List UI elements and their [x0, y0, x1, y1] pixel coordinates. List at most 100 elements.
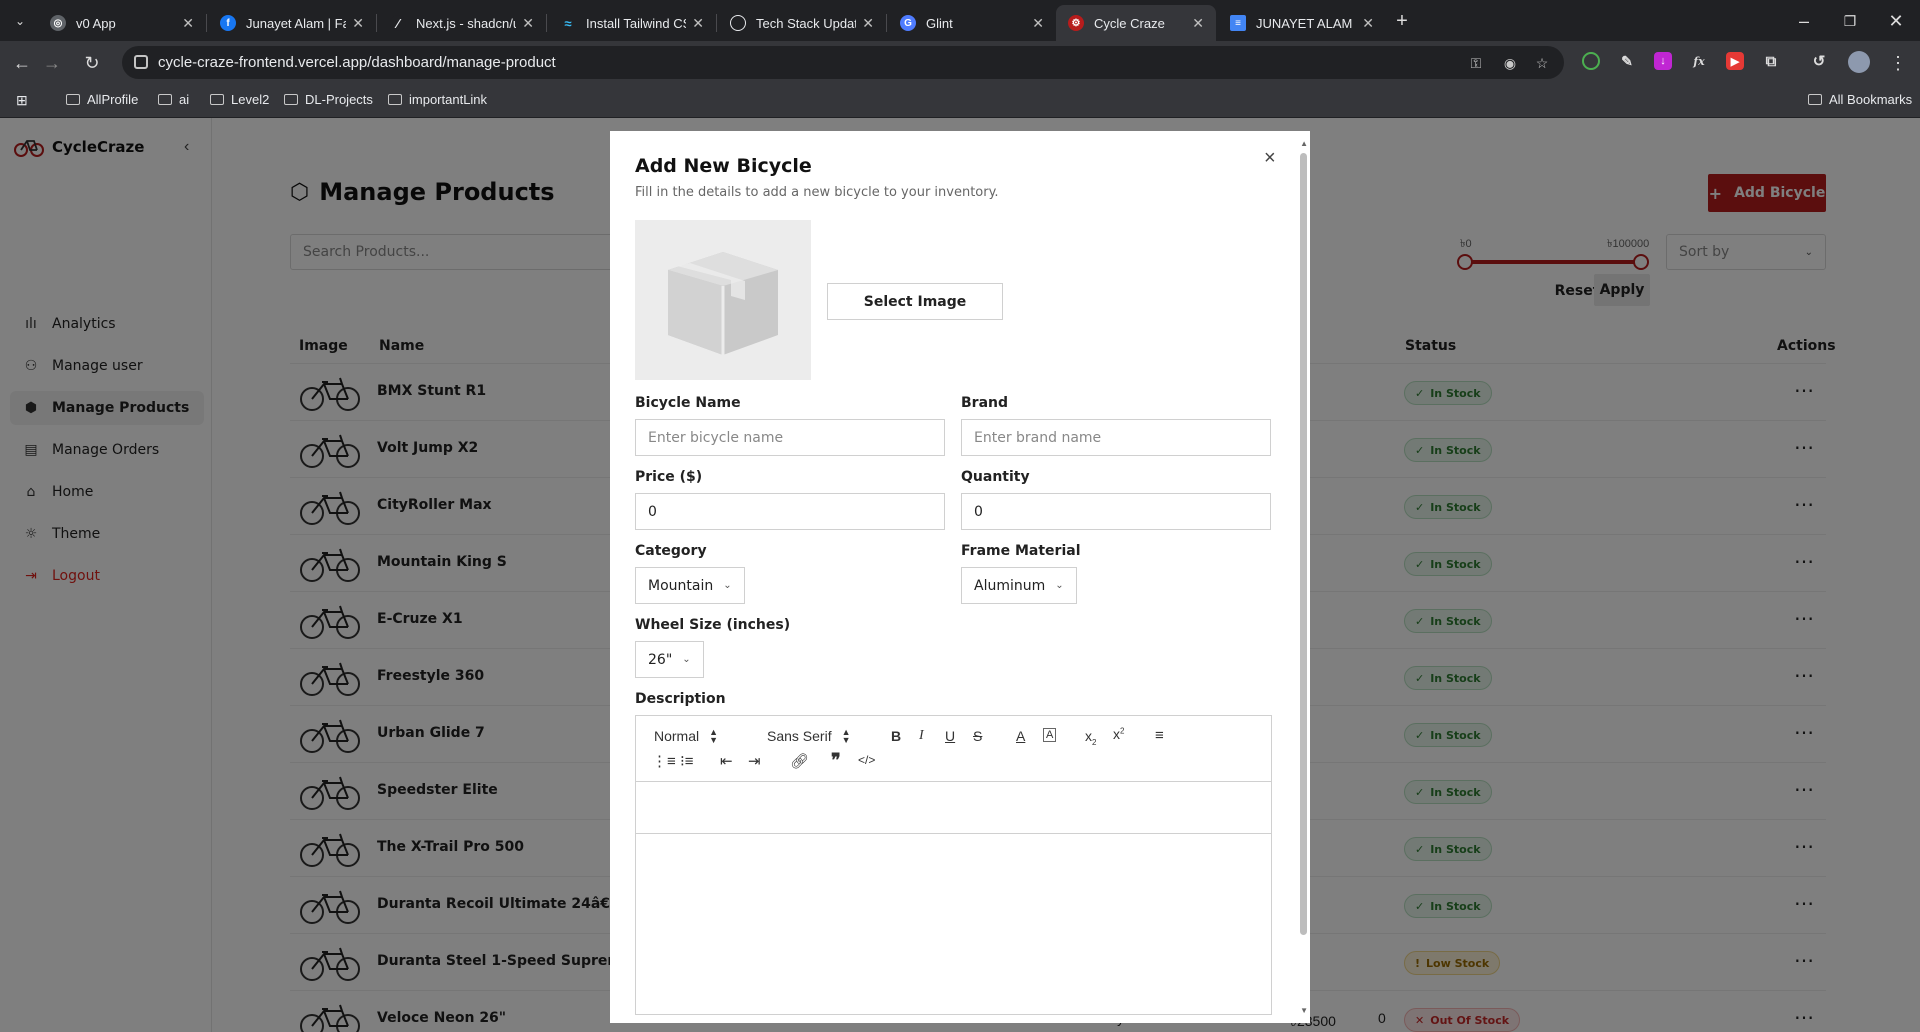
- browser-tab[interactable]: G Glint ✕: [888, 5, 1056, 41]
- close-tab-icon[interactable]: ✕: [352, 15, 364, 32]
- formula-icon[interactable]: fx: [1690, 52, 1708, 70]
- close-tab-icon[interactable]: ✕: [522, 15, 534, 32]
- close-icon[interactable]: ×: [1264, 147, 1276, 170]
- folder-icon: [388, 94, 402, 105]
- close-tab-icon[interactable]: ✕: [692, 15, 704, 32]
- link-icon[interactable]: 🔗︎: [790, 752, 809, 770]
- quantity-input[interactable]: 0: [961, 493, 1271, 530]
- all-bookmarks[interactable]: All Bookmarks: [1808, 92, 1912, 107]
- reload-icon[interactable]: ↻: [80, 51, 104, 75]
- tab-title: Cycle Craze: [1094, 15, 1165, 31]
- folder-icon: [158, 94, 172, 105]
- format-select[interactable]: Normal ▲ ▼: [654, 728, 718, 745]
- scroll-up-icon[interactable]: ▲: [1300, 139, 1308, 148]
- tab-title: JUNAYET ALAM - Google: [1256, 15, 1356, 31]
- minimize-icon[interactable]: –: [1792, 9, 1816, 33]
- bicycle-name-input[interactable]: Enter bicycle name: [635, 419, 945, 456]
- url-bar[interactable]: cycle-craze-frontend.vercel.app/dashboar…: [122, 46, 1564, 79]
- select-image-button[interactable]: Select Image: [827, 283, 1003, 320]
- bookmark-star-icon[interactable]: ☆: [1534, 55, 1550, 71]
- brand-input[interactable]: Enter brand name: [961, 419, 1271, 456]
- back-icon[interactable]: ←: [10, 51, 34, 75]
- code-block-icon[interactable]: </>: [858, 753, 875, 767]
- bullet-list-icon[interactable]: ⁝≡: [680, 752, 694, 770]
- browser-tab[interactable]: ≡ JUNAYET ALAM - Google ✕: [1218, 5, 1386, 41]
- description-textarea[interactable]: [636, 782, 1271, 834]
- new-tab-icon[interactable]: +: [1390, 9, 1414, 33]
- tab-title: Glint: [926, 15, 953, 31]
- italic-icon[interactable]: I: [919, 728, 924, 744]
- brand-label: Brand: [961, 395, 1009, 411]
- profile-avatar[interactable]: [1848, 51, 1870, 73]
- chevron-down-icon: ⌄: [1055, 580, 1064, 591]
- browser-tab-bar: ⌄ ◎ v0 App ✕ f Junayet Alam | Facebook ✕…: [0, 0, 1920, 41]
- modal-title: Add New Bicycle: [635, 155, 812, 177]
- shadcn-icon: ⁄: [390, 15, 406, 31]
- close-tab-icon[interactable]: ✕: [182, 15, 194, 32]
- folder-icon: [210, 94, 224, 105]
- browser-tab[interactable]: ≈ Install Tailwind CSS with N ✕: [548, 5, 716, 41]
- align-icon[interactable]: ≡: [1155, 727, 1164, 744]
- browser-tab[interactable]: ⁄ Next.js - shadcn/ui ✕: [378, 5, 546, 41]
- download-extension-icon[interactable]: ↓: [1654, 52, 1672, 70]
- video-extension-icon[interactable]: ▶: [1726, 52, 1744, 70]
- chatgpt-icon: [730, 15, 746, 31]
- bold-icon[interactable]: B: [891, 728, 901, 744]
- extensions-puzzle-icon[interactable]: ⧉: [1762, 52, 1780, 70]
- performance-icon[interactable]: ↺: [1810, 52, 1828, 70]
- wheel-size-select[interactable]: 26" ⌄: [635, 641, 704, 678]
- browser-menu-icon[interactable]: ⋮: [1886, 51, 1910, 75]
- close-tab-icon[interactable]: ✕: [862, 15, 874, 32]
- background-color-icon[interactable]: A: [1043, 728, 1057, 742]
- window-close-icon[interactable]: ✕: [1884, 9, 1908, 33]
- folder-icon: [1808, 94, 1822, 105]
- wheel-size-label: Wheel Size (inches): [635, 617, 791, 633]
- scroll-down-icon[interactable]: ▼: [1300, 1006, 1308, 1015]
- add-bicycle-modal: Add New Bicycle Fill in the details to a…: [610, 131, 1310, 1023]
- modal-subtitle: Fill in the details to add a new bicycle…: [635, 185, 999, 200]
- restore-icon[interactable]: ❐: [1838, 9, 1862, 33]
- globe-icon: ◎: [50, 15, 66, 31]
- subscript-icon[interactable]: x2: [1085, 728, 1096, 747]
- browser-tab-active[interactable]: ⚙ Cycle Craze ✕: [1056, 5, 1216, 41]
- image-preview: [635, 220, 811, 380]
- password-key-icon[interactable]: ⚿: [1468, 55, 1484, 71]
- bookmark-folder[interactable]: ai: [158, 92, 189, 107]
- frame-material-label: Frame Material: [961, 543, 1081, 559]
- bookmark-folder[interactable]: Level2: [210, 92, 269, 107]
- bookmark-folder[interactable]: AllProfile: [66, 92, 138, 107]
- extension-icon[interactable]: [1582, 52, 1600, 70]
- bicycle-name-label: Bicycle Name: [635, 395, 741, 411]
- price-input[interactable]: 0: [635, 493, 945, 530]
- description-editor: Normal ▲ ▼ Sans Serif ▲ ▼ B I U S A A x2 x2 …: [635, 715, 1272, 1015]
- close-tab-icon[interactable]: ✕: [1362, 15, 1374, 32]
- apps-grid-icon[interactable]: ⊞: [16, 92, 28, 109]
- eye-off-icon[interactable]: ◉: [1502, 55, 1518, 71]
- site-info-icon[interactable]: [134, 55, 148, 69]
- browser-tab[interactable]: f Junayet Alam | Facebook ✕: [208, 5, 376, 41]
- font-select[interactable]: Sans Serif ▲ ▼: [767, 727, 851, 745]
- indent-icon[interactable]: ⇥: [748, 752, 761, 770]
- category-select[interactable]: Mountain ⌄: [635, 567, 745, 604]
- superscript-icon[interactable]: x2: [1113, 726, 1124, 742]
- eyedropper-icon[interactable]: ✎: [1618, 52, 1636, 70]
- close-tab-icon[interactable]: ✕: [1032, 15, 1044, 32]
- frame-material-select[interactable]: Aluminum ⌄: [961, 567, 1077, 604]
- bookmarks-bar: ⊞ AllProfile ai Level2 DL-Projects impor…: [0, 84, 1920, 118]
- browser-tab[interactable]: Tech Stack Update ✕: [718, 5, 886, 41]
- up-down-icon: ▲ ▼: [841, 727, 851, 745]
- forward-icon[interactable]: →: [40, 51, 64, 75]
- blockquote-icon[interactable]: ❞: [831, 750, 841, 771]
- outdent-icon[interactable]: ⇤: [720, 752, 733, 770]
- bookmark-folder[interactable]: importantLink: [388, 92, 487, 107]
- bookmark-folder[interactable]: DL-Projects: [284, 92, 373, 107]
- ordered-list-icon[interactable]: ⋮≡: [652, 752, 676, 770]
- tab-title: v0 App: [76, 15, 116, 31]
- close-tab-icon[interactable]: ✕: [1192, 15, 1204, 32]
- strikethrough-icon[interactable]: S: [973, 728, 982, 744]
- tab-search-icon[interactable]: ⌄: [8, 9, 32, 33]
- underline-icon[interactable]: U: [945, 728, 955, 744]
- scrollbar-thumb[interactable]: [1300, 153, 1307, 935]
- browser-tab[interactable]: ◎ v0 App ✕: [38, 5, 206, 41]
- text-color-icon[interactable]: A: [1016, 728, 1025, 744]
